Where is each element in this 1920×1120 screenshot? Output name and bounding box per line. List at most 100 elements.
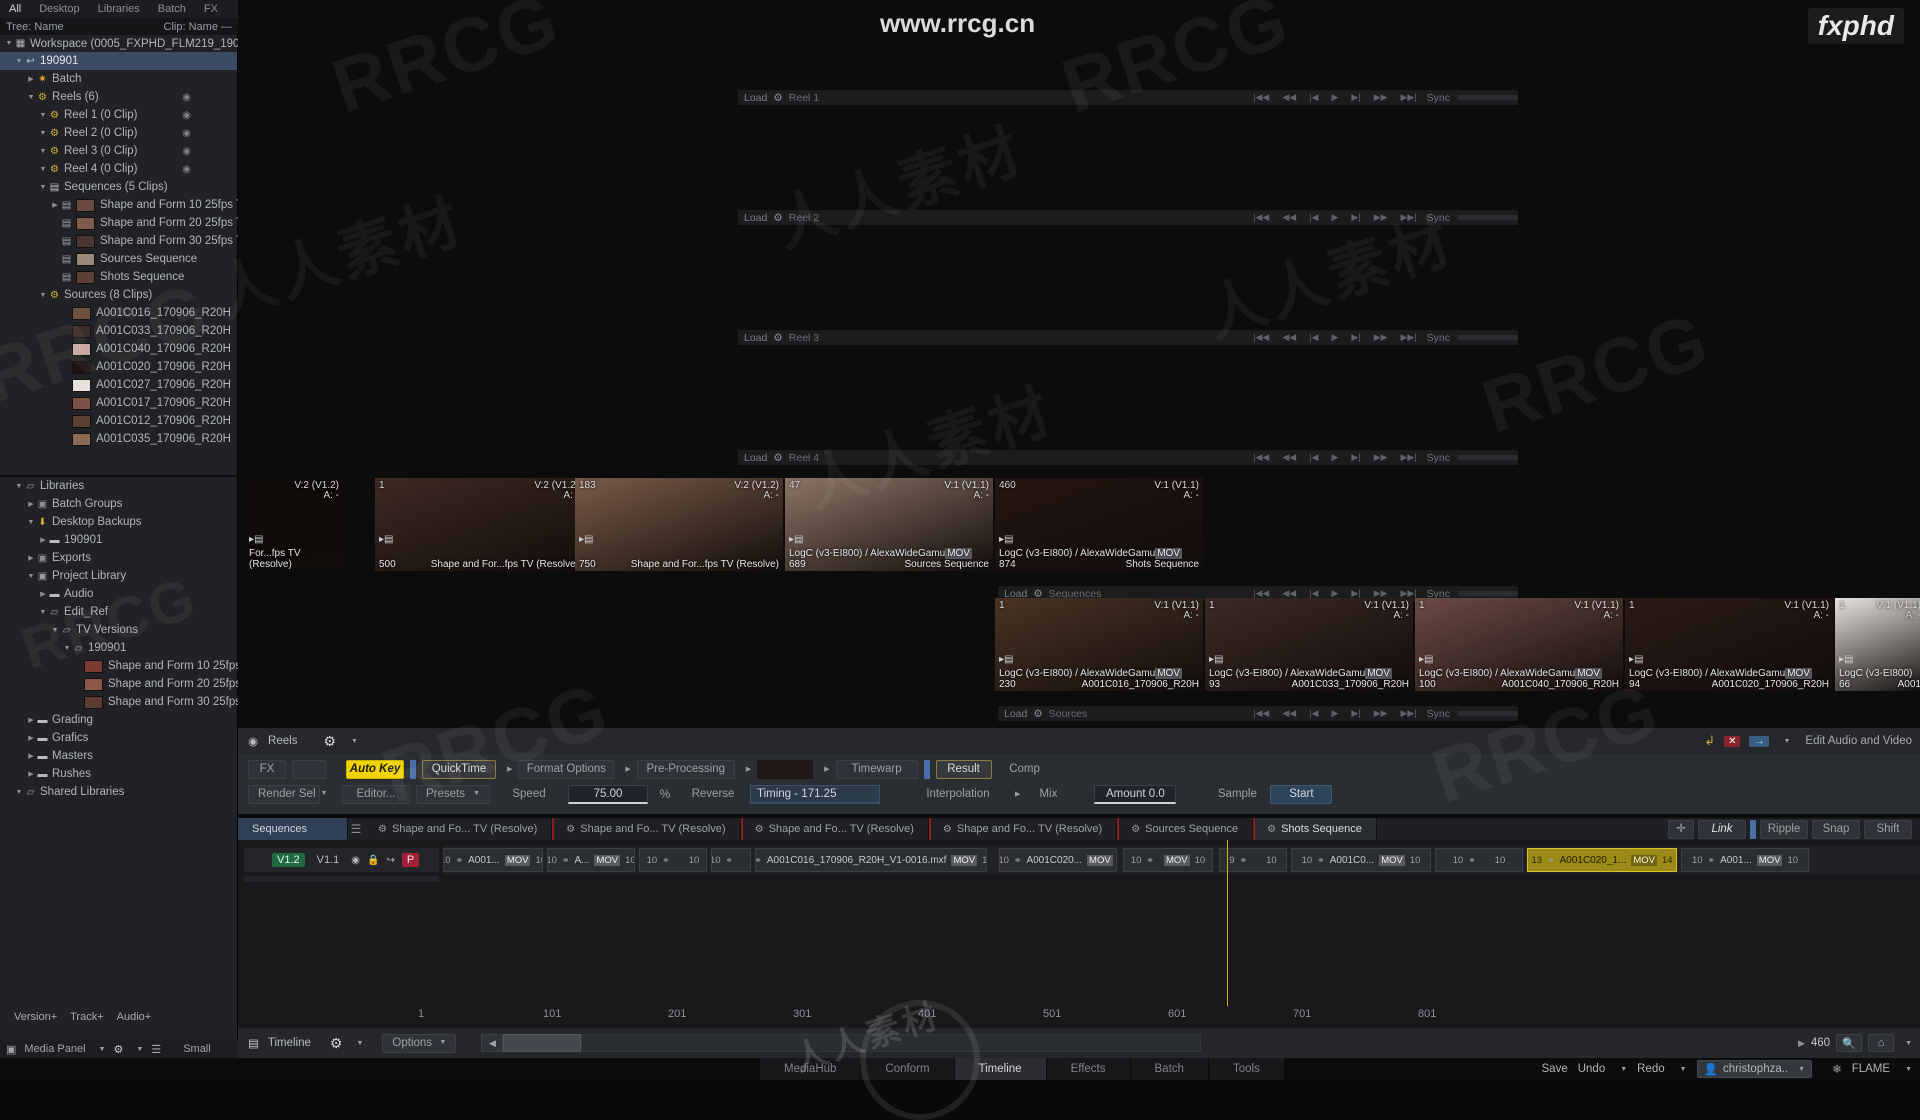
clip-thumbnail[interactable]	[72, 396, 91, 410]
eye-icon[interactable]: ◉	[182, 164, 191, 175]
gear-icon[interactable]: ⚙	[323, 733, 336, 750]
clip-thumbnail[interactable]	[76, 216, 95, 230]
presets-button[interactable]: Presets ▼	[416, 784, 490, 804]
timeline-add-version[interactable]: Version+	[14, 1011, 57, 1023]
viewer-clip[interactable]: 460 V:1 (V1.1) A: - ▸▤ LogC (v3-EI800) / Ale…	[995, 478, 1203, 571]
timeline-add-audio[interactable]: Audio+	[117, 1011, 152, 1023]
transport-button[interactable]: ▶	[1331, 332, 1338, 343]
sync-label[interactable]: Sync	[1427, 708, 1458, 720]
chevron-right-icon[interactable]	[50, 201, 60, 209]
tree-item[interactable]: ▱ Shared Libraries	[0, 783, 237, 801]
chevron-right-icon[interactable]	[26, 75, 36, 83]
proxy-badge[interactable]: P	[401, 853, 420, 867]
sync-icon[interactable]: ↪	[386, 855, 394, 866]
comp-button[interactable]: Comp	[998, 760, 1052, 779]
tree-item[interactable]: ▤ Sequences (5 Clips)	[0, 178, 237, 196]
tree-item[interactable]: Shape and Form 30 25fps T	[0, 693, 251, 711]
tree-item[interactable]: ✷ Batch	[0, 70, 237, 88]
timeline-segment[interactable]: 10 ⚭ MOV 10	[1123, 848, 1213, 872]
timeline-mode-link[interactable]: Link	[1698, 819, 1746, 839]
tree-item[interactable]: ↩ 190901	[0, 52, 237, 70]
chevron-down-icon-2[interactable]: ▼	[136, 1046, 143, 1053]
timeline-segment[interactable]: 10 ⚭	[711, 848, 751, 872]
top-tab-all[interactable]: All	[0, 0, 30, 18]
workspace-row[interactable]: ▦ Workspace (0005_FXPHD_FLM219_190825_	[0, 35, 265, 52]
eye-icon[interactable]: ◉	[182, 92, 191, 103]
tree-item[interactable]: ▱ Edit_Ref	[0, 603, 237, 621]
scroll-right-button[interactable]: ▶	[1798, 1038, 1805, 1049]
chevron-down-icon-app[interactable]: ▼	[1905, 1066, 1912, 1073]
sync-bar[interactable]	[1458, 591, 1518, 596]
timeline-segment[interactable]: 10 ⚭ A001... MOV 10	[443, 848, 543, 872]
sequences-label-tab[interactable]: Sequences	[238, 818, 348, 840]
chevron-down-icon[interactable]	[38, 148, 48, 155]
mode-tab-tools[interactable]: Tools	[1208, 1058, 1285, 1080]
transport-button[interactable]: |◀	[1309, 452, 1318, 463]
sync-bar[interactable]	[1458, 95, 1518, 100]
load-button[interactable]: Load	[998, 708, 1033, 720]
filmstrip-icon[interactable]: ▸▤	[249, 534, 263, 545]
viewer-clip[interactable]: 1 V:1 (V1.1) A: - ▸▤ LogC (v3-EI800) / Alexa…	[1415, 598, 1623, 691]
sequence-tab[interactable]: ⚙ Shape and Fo... TV (Resolve)	[552, 818, 741, 840]
sync-label[interactable]: Sync	[1427, 212, 1458, 224]
mode-tab-effects[interactable]: Effects	[1046, 1058, 1131, 1080]
load-button[interactable]: Load	[738, 92, 773, 104]
transport-button[interactable]: ▶▶	[1374, 452, 1388, 463]
chevron-down-icon[interactable]	[62, 645, 72, 652]
transport-button[interactable]: ▶	[1331, 452, 1338, 463]
transport-button[interactable]: ▶	[1331, 708, 1338, 719]
filmstrip-icon[interactable]: ▸▤	[999, 534, 1013, 545]
top-tab-batch[interactable]: Batch	[149, 0, 195, 18]
format-options-button[interactable]: Format Options	[518, 759, 615, 779]
tree-item[interactable]: ⚙ Reel 4 (0 Clip) ◉	[0, 160, 237, 178]
sync-label[interactable]: Sync	[1427, 332, 1458, 344]
export-icon[interactable]: →	[1749, 735, 1770, 747]
tree-item[interactable]: ⚙ Reel 1 (0 Clip) ◉	[0, 106, 237, 124]
tree-item[interactable]: A001C033_170906_R20H	[0, 322, 237, 340]
chevron-down-icon[interactable]	[38, 130, 48, 137]
chevron-down-icon[interactable]: ▼	[351, 738, 358, 745]
clip-thumbnail[interactable]	[76, 198, 95, 212]
edit-audio-video-label[interactable]: Edit Audio and Video	[1805, 735, 1912, 747]
chevron-down-icon[interactable]	[38, 166, 48, 173]
clip-thumbnail[interactable]	[76, 270, 95, 284]
transport-button[interactable]: |◀◀	[1253, 212, 1269, 223]
transport-button[interactable]: |◀	[1309, 332, 1318, 343]
sequence-tab[interactable]: ⚙ Sources Sequence	[1117, 818, 1254, 840]
chevron-right-icon-prev[interactable]: ▶	[824, 765, 829, 773]
viewer-clip[interactable]: 47 V:1 (V1.1) A: - ▸▤ LogC (v3-EI800) / Alex…	[785, 478, 993, 571]
transport-button[interactable]: |◀	[1309, 708, 1318, 719]
timeline-add-track[interactable]: Track+	[70, 1011, 104, 1023]
chevron-down-icon[interactable]	[14, 483, 24, 490]
timeline-segment[interactable]: ⚭ A001C016_170906_R20H_V1-0016.mxf MOV 10	[755, 848, 987, 872]
chevron-down-icon[interactable]	[14, 58, 24, 65]
sync-label[interactable]: Sync	[1427, 452, 1458, 464]
clip-thumbnail[interactable]	[72, 378, 91, 392]
chevron-down-icon-2[interactable]: ▼	[1783, 738, 1790, 745]
chevron-down-icon-redo[interactable]: ▼	[1680, 1066, 1687, 1073]
tree-item[interactable]: ▬ Audio	[0, 585, 237, 603]
transport-button[interactable]: ▶	[1331, 92, 1338, 103]
horizontal-scrollbar[interactable]	[503, 1034, 582, 1052]
chevron-right-icon-pre[interactable]: ▶	[746, 765, 751, 773]
tree-item[interactable]: ▬ Grafics	[0, 729, 237, 747]
clip-thumbnail[interactable]	[72, 342, 91, 356]
clip-thumbnail[interactable]	[72, 324, 91, 338]
transport-button[interactable]: ▶▶	[1374, 92, 1388, 103]
tree-item[interactable]: ▱ 190901	[0, 639, 237, 657]
chevron-down-icon[interactable]	[26, 573, 36, 580]
chevron-right-icon-qt[interactable]: ▶	[507, 765, 512, 773]
filmstrip-icon[interactable]: ▸▤	[789, 534, 803, 545]
timeline-segment[interactable]: 10 ⚭ A... MOV 10	[547, 848, 635, 872]
delete-icon[interactable]: ✕	[1724, 735, 1741, 747]
viewer-clip[interactable]: 1 V:1 (V1.1) A: - ▸▤ LogC (v3-EI800) / Alexa…	[1625, 598, 1833, 691]
tree-item[interactable]: ▱ TV Versions	[0, 621, 237, 639]
eye-icon[interactable]: ◉	[182, 110, 191, 121]
transport-button[interactable]: ▶	[1331, 212, 1338, 223]
tree-item[interactable]: ▬ Masters	[0, 747, 237, 765]
filmstrip-icon[interactable]: ▸▤	[1839, 654, 1853, 665]
reverse-button[interactable]: Reverse	[682, 785, 744, 804]
transport-button[interactable]: |◀◀	[1253, 332, 1269, 343]
scroll-left-button[interactable]: ◀	[481, 1034, 504, 1052]
timeline-segment[interactable]: 10 ⚭ A001... MOV 10	[1681, 848, 1809, 872]
